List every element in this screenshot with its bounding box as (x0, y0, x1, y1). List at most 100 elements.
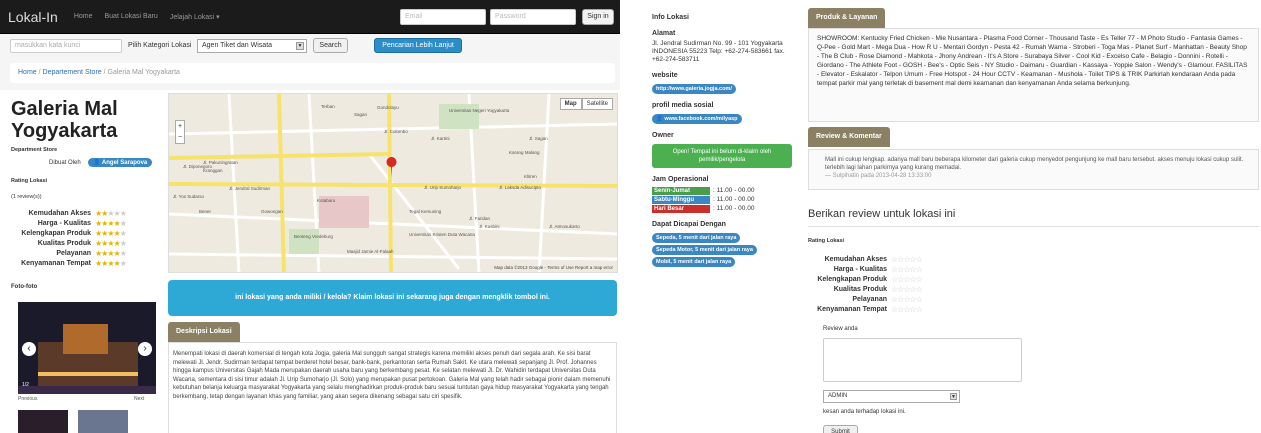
map-label: Jl. Sagan (529, 136, 548, 141)
search-input[interactable]: masukkan kata kunci (10, 39, 122, 53)
star-input-icon[interactable]: ☆☆☆☆☆ (891, 265, 923, 274)
email-field[interactable]: Email (400, 9, 486, 25)
description-header: Deskripsi Lokasi (168, 322, 240, 342)
author-name: Angel Sarapova (101, 160, 148, 166)
place-category: Department Store (11, 147, 58, 153)
review-label: Review anda (823, 326, 858, 332)
form-rating-row: Kelengkapan Produk ☆☆☆☆☆ (805, 274, 955, 284)
map-label: Jl. Yos Sudarso (173, 194, 205, 199)
hours-day: Hari Besar (652, 204, 710, 213)
website-link[interactable]: http://www.galeria.jogja.com/ (652, 84, 736, 94)
info-title: Info Lokasi (652, 14, 689, 21)
chevron-left-icon[interactable]: ‹ (22, 342, 36, 356)
hours-time: : 11.00 - 00.00 (713, 204, 755, 212)
rating-row: Kualitas Produk ★★★★★ (11, 238, 151, 248)
carousel-counter: 1/2 (22, 382, 29, 388)
star-input-icon[interactable]: ☆☆☆☆☆ (891, 285, 923, 294)
rating-name: Kenyamanan Tempat (21, 259, 91, 267)
produk-header: Produk & Layanan (808, 8, 886, 28)
hours-label: Jam Operasional (652, 176, 709, 183)
address-label: Alamat (652, 30, 676, 37)
submit-button[interactable]: Submit (823, 425, 858, 433)
map-label: Jl. Faridan (469, 216, 491, 221)
map-label: Kotabaru (317, 198, 336, 203)
form-rating-list: Kemudahan Akses ☆☆☆☆☆ Harga - Kualitas ☆☆☆☆… (805, 254, 955, 314)
star-input-icon[interactable]: ☆☆☆☆☆ (891, 305, 923, 314)
photo-carousel[interactable]: ‹ › 1/2 (18, 302, 156, 394)
search-button[interactable]: Search (313, 38, 348, 53)
star-rating-icon: ★★★★★ (95, 248, 127, 258)
hours-time: : 11.00 - 00.00 (713, 195, 755, 203)
rating-row: Kelengkapan Produk ★★★★★ (11, 228, 151, 238)
form-rating-title: Rating Lokasi (808, 238, 845, 244)
map-label: Gowongan (261, 209, 283, 214)
breadcrumb-department-store[interactable]: Departement Store (43, 69, 102, 76)
map-label: Jl. Laksda Adisucipto (499, 185, 542, 190)
map-label: Benteng Vredeburg (294, 234, 333, 239)
map-label: Kranggan (203, 168, 223, 173)
reach-badge: Sepeda, 5 menit dari jalan raya (652, 233, 741, 243)
claim-banner[interactable]: ini lokasi yang anda miliki / kelola? Kl… (168, 280, 617, 316)
carousel-prev[interactable]: Previous (18, 396, 37, 402)
breadcrumb-current: Galeria Mal Yogyakarta (107, 69, 180, 76)
review-form-title: Berikan review untuk lokasi ini (808, 208, 956, 220)
map-type-controls: Map Satellite (559, 98, 613, 110)
zoom-controls[interactable]: + − (175, 120, 185, 144)
star-input-icon[interactable]: ☆☆☆☆☆ (891, 295, 923, 304)
map-label: Karang Malang (509, 150, 540, 155)
map-label: Klitren (524, 174, 537, 179)
chevron-right-icon[interactable]: › (138, 342, 152, 356)
star-input-icon[interactable]: ☆☆☆☆☆ (891, 255, 923, 264)
produk-text: SHOWROOM: Kentucky Fried Chicken - Mie N… (808, 28, 1259, 122)
category-select[interactable]: Agen Tiket dan Wisata ▼ (197, 39, 307, 53)
photo-thumbnails (18, 410, 128, 433)
rating-row: Kenyamanan Tempat ★★★★★ (11, 258, 151, 268)
left-page: Lokal-In Home Buat Lokasi Baru Jelajah L… (0, 0, 620, 433)
form-rating-row: Kenyamanan Tempat ☆☆☆☆☆ (805, 304, 955, 314)
carousel-next[interactable]: Next (134, 396, 144, 402)
author-badge[interactable]: 👤 Angel Sarapova (88, 158, 153, 167)
map[interactable]: Map Satellite + − Map data ©2013 Google … (168, 93, 618, 273)
reach-badge: Sepeda Motor, 5 menit dari jalan raya (652, 245, 757, 255)
hours-row: Sabtu-Minggu: 11.00 - 00.00 (652, 195, 792, 204)
description-text: Menempati lokasi di daerah komersial di … (173, 351, 611, 400)
map-label: Gondolayu (377, 105, 399, 110)
zoom-in-icon[interactable]: + (176, 121, 184, 132)
signin-button[interactable]: Sign in (582, 9, 614, 25)
impression-select[interactable]: ADMIN ▼ (823, 390, 960, 403)
form-rating-name: Kualitas Produk (833, 285, 887, 293)
map-label: Jl. Jendral Sudirman (229, 186, 271, 191)
star-rating-icon: ★★★★★ (95, 258, 127, 268)
brand-logo[interactable]: Lokal-In (8, 9, 58, 25)
star-rating-icon: ★★★★★ (95, 238, 127, 248)
review-textarea[interactable] (823, 338, 1022, 382)
map-button[interactable]: Map (559, 98, 582, 110)
map-canvas (169, 94, 617, 272)
reach-list: Sepeda, 5 menit dari jalan raya Sepeda Mo… (652, 231, 792, 267)
rating-name: Kelengkapan Produk (21, 229, 91, 237)
password-field[interactable]: Password (490, 9, 576, 25)
social-link[interactable]: 👤 www.facebook.com/milyasp (652, 114, 742, 124)
divider (808, 226, 1259, 227)
map-label: Tegal Kemuning (409, 209, 442, 214)
star-rating-icon: ★★★★★ (95, 218, 127, 228)
zoom-out-icon[interactable]: − (176, 132, 184, 143)
form-rating-row: Kemudahan Akses ☆☆☆☆☆ (805, 254, 955, 264)
hours-list: Senin-Jumat: 11.00 - 00.00 Sabtu-Minggu: … (652, 186, 792, 213)
nav-jelajah-lokasi[interactable]: Jelajah Lokasi ▾ (170, 13, 220, 21)
breadcrumb-home[interactable]: Home (18, 69, 37, 76)
nav-buat-lokasi[interactable]: Buat Lokasi Baru (105, 13, 158, 20)
photo-thumbnail[interactable] (18, 410, 68, 433)
satellite-button[interactable]: Satellite (581, 98, 613, 110)
nav-home[interactable]: Home (74, 13, 93, 20)
map-label: Terban (321, 104, 335, 109)
photo-thumbnail[interactable] (78, 410, 128, 433)
map-label: Bener (199, 209, 212, 214)
advanced-search-button[interactable]: Pencarian Lebih Lanjut (374, 38, 462, 53)
review-count: (1 review(s)) (11, 194, 42, 200)
claim-owner-button[interactable]: Open! Tempat ini belum di-klaim oleh pem… (652, 144, 792, 168)
form-rating-row: Pelayanan ☆☆☆☆☆ (805, 294, 955, 304)
map-label: Jl. Pakuningratan (203, 160, 238, 165)
star-input-icon[interactable]: ☆☆☆☆☆ (891, 275, 923, 284)
map-label: Jl. Kartini (431, 136, 450, 141)
